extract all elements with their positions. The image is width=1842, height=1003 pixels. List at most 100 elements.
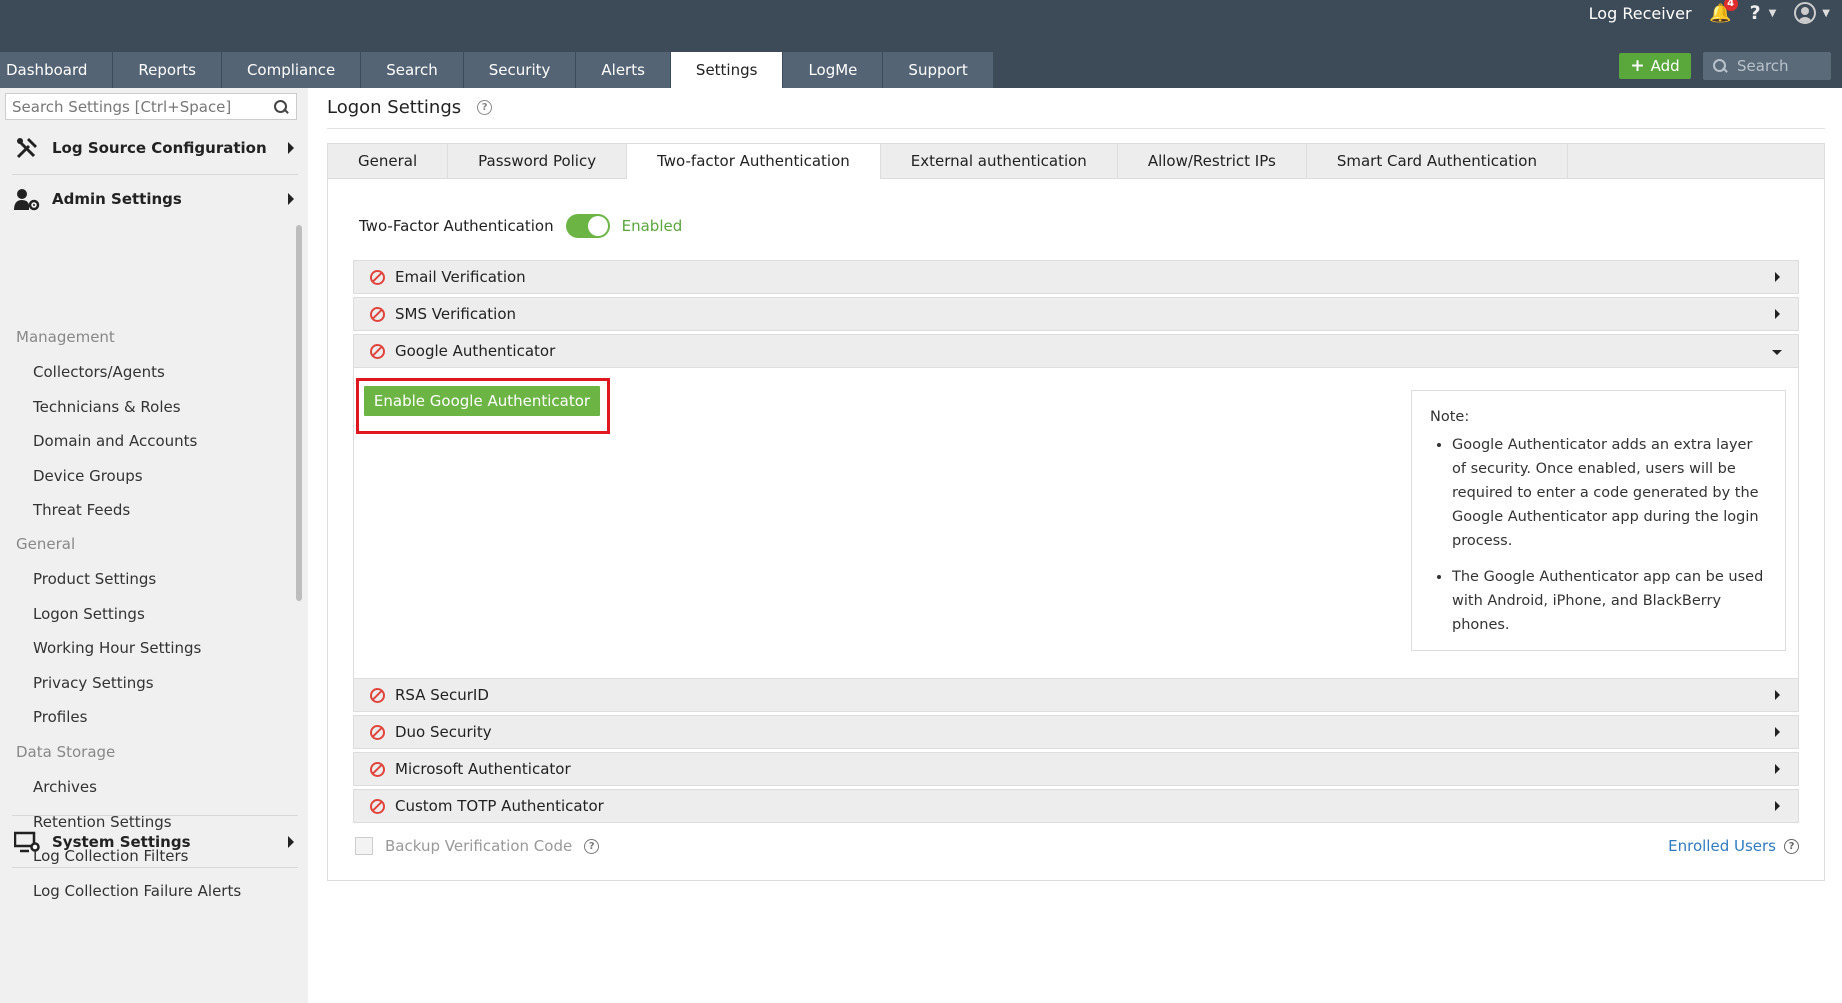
sidebar-item-threat-feeds[interactable]: Threat Feeds bbox=[33, 501, 130, 519]
auth-method-rsa-securid[interactable]: RSA SecurID bbox=[353, 678, 1799, 712]
chevron-right-icon bbox=[1775, 764, 1780, 774]
sidebar-item-product-settings[interactable]: Product Settings bbox=[33, 570, 156, 588]
help-icon[interactable]: ? bbox=[584, 838, 600, 854]
chevron-right-icon bbox=[1775, 801, 1780, 811]
page-title-text: Logon Settings bbox=[327, 97, 462, 118]
auth-method-label: Email Verification bbox=[395, 268, 526, 286]
note-title: Note: bbox=[1430, 409, 1470, 425]
two-factor-toggle-row: Two-Factor Authentication Enabled bbox=[359, 214, 682, 238]
enable-google-authenticator-button[interactable]: Enable Google Authenticator bbox=[364, 386, 600, 416]
nav-tab-settings[interactable]: Settings bbox=[670, 52, 784, 88]
settings-panel: General Password Policy Two-factor Authent… bbox=[327, 143, 1825, 881]
chevron-right-icon bbox=[1775, 272, 1780, 282]
auth-method-label: Custom TOTP Authenticator bbox=[395, 797, 604, 815]
settings-search-input[interactable]: Search Settings [Ctrl+Space] bbox=[5, 93, 297, 120]
user-avatar-icon bbox=[1794, 2, 1817, 24]
two-factor-toggle[interactable] bbox=[565, 214, 610, 238]
search-icon[interactable] bbox=[274, 99, 288, 114]
backup-code-row: Backup Verification Code ? bbox=[355, 837, 600, 855]
global-search-input[interactable]: Search bbox=[1703, 52, 1831, 80]
footer-row: Backup Verification Code ? Enrolled User… bbox=[355, 837, 1801, 861]
settings-search-placeholder: Search Settings [Ctrl+Space] bbox=[12, 97, 232, 116]
sidebar-section-log-source[interactable]: Log Source Configuration bbox=[14, 136, 294, 160]
add-button[interactable]: + Add bbox=[1619, 53, 1691, 79]
auth-method-google-authenticator[interactable]: Google Authenticator bbox=[353, 334, 1799, 368]
auth-method-label: Google Authenticator bbox=[395, 342, 556, 360]
plus-icon: + bbox=[1630, 56, 1645, 76]
app-name[interactable]: Log Receiver bbox=[1589, 4, 1692, 23]
sidebar-item-domain-and-accounts[interactable]: Domain and Accounts bbox=[33, 432, 197, 450]
nav-tab-search[interactable]: Search bbox=[361, 52, 464, 88]
add-button-label: Add bbox=[1650, 57, 1680, 75]
auth-method-email-verification[interactable]: Email Verification bbox=[353, 260, 1799, 294]
tab-external-authentication[interactable]: External authentication bbox=[881, 144, 1118, 179]
nav-tab-dashboard[interactable]: Dashboard bbox=[0, 52, 114, 88]
note-box: Note: Google Authenticator adds an extra… bbox=[1411, 390, 1786, 651]
sidebar-item-archives[interactable]: Archives bbox=[33, 778, 97, 796]
nav-tab-support[interactable]: Support bbox=[883, 52, 994, 88]
sidebar-item-device-groups[interactable]: Device Groups bbox=[33, 467, 143, 485]
disabled-icon bbox=[370, 269, 385, 285]
disabled-icon bbox=[370, 306, 385, 322]
tab-two-factor-authentication[interactable]: Two-factor Authentication bbox=[627, 144, 881, 179]
bell-icon[interactable]: 🔔 4 bbox=[1709, 0, 1738, 24]
tab-password-policy[interactable]: Password Policy bbox=[448, 144, 628, 179]
tab-allow-restrict-ips[interactable]: Allow/Restrict IPs bbox=[1118, 144, 1307, 179]
chevron-right-icon bbox=[288, 193, 294, 205]
note-point: Google Authenticator adds an extra layer… bbox=[1452, 433, 1769, 553]
auth-method-label: RSA SecurID bbox=[395, 686, 489, 704]
chevron-right-icon bbox=[1775, 309, 1780, 319]
help-icon[interactable]: ? bbox=[1784, 838, 1799, 854]
sidebar-section-admin-settings[interactable]: Admin Settings bbox=[14, 187, 294, 211]
chevron-right-icon bbox=[1775, 727, 1780, 737]
sidebar-log-source-label: Log Source Configuration bbox=[52, 139, 267, 157]
sidebar-group-title: Management bbox=[16, 328, 115, 346]
nav-tab-compliance[interactable]: Compliance bbox=[221, 52, 362, 88]
note-list: Google Authenticator adds an extra layer… bbox=[1452, 433, 1769, 637]
help-icon[interactable]: ? bbox=[1750, 2, 1761, 24]
chevron-right-icon bbox=[288, 142, 294, 154]
nav-tab-security[interactable]: Security bbox=[463, 52, 577, 88]
nav-tab-alerts[interactable]: Alerts bbox=[576, 52, 671, 88]
disabled-icon bbox=[370, 798, 385, 814]
auth-method-custom-totp-authenticator[interactable]: Custom TOTP Authenticator bbox=[353, 789, 1799, 823]
user-menu[interactable]: ▼ bbox=[1794, 2, 1830, 24]
chevron-right-icon bbox=[1775, 690, 1780, 700]
sidebar-scrollbar[interactable] bbox=[296, 225, 302, 601]
chevron-down-icon[interactable]: ▼ bbox=[1769, 8, 1777, 19]
sidebar-item-technicians-roles[interactable]: Technicians & Roles bbox=[33, 398, 181, 416]
user-gear-icon bbox=[14, 187, 40, 211]
main-nav-tabs: Dashboard Reports Compliance Search Security… bbox=[0, 52, 994, 88]
disabled-icon bbox=[370, 724, 385, 740]
search-icon bbox=[1713, 59, 1727, 73]
google-authenticator-panel: Enable Google Authenticator Note: Google… bbox=[353, 366, 1799, 678]
notification-badge: 4 bbox=[1723, 0, 1738, 11]
disabled-icon bbox=[370, 761, 385, 777]
tab-general[interactable]: General bbox=[328, 144, 449, 179]
two-factor-label: Two-Factor Authentication bbox=[359, 217, 554, 235]
nav-tab-logme[interactable]: LogMe bbox=[783, 52, 884, 88]
top-header: Log Receiver 🔔 4 ? ▼ ▼ Dashboard Reports Co… bbox=[0, 0, 1842, 88]
sidebar-section-system-settings[interactable]: System Settings bbox=[14, 830, 294, 854]
enrolled-users-link[interactable]: Enrolled Users ? bbox=[1668, 837, 1799, 855]
sidebar-item-log-collection-failure-alerts[interactable]: Log Collection Failure Alerts bbox=[33, 882, 241, 900]
auth-method-label: SMS Verification bbox=[395, 305, 517, 323]
auth-method-microsoft-authenticator[interactable]: Microsoft Authenticator bbox=[353, 752, 1799, 786]
tab-smart-card-authentication[interactable]: Smart Card Authentication bbox=[1307, 144, 1568, 179]
divider bbox=[12, 174, 298, 175]
sidebar-item-privacy-settings[interactable]: Privacy Settings bbox=[33, 674, 154, 692]
enrolled-users-label: Enrolled Users bbox=[1668, 837, 1776, 855]
sidebar-item-profiles[interactable]: Profiles bbox=[33, 708, 87, 726]
chevron-down-icon: ▼ bbox=[1822, 7, 1830, 19]
help-icon[interactable]: ? bbox=[477, 100, 493, 115]
nav-tab-reports[interactable]: Reports bbox=[113, 52, 222, 88]
sidebar-item-logon-settings[interactable]: Logon Settings bbox=[33, 605, 145, 623]
sidebar-admin-settings-label: Admin Settings bbox=[52, 190, 182, 208]
backup-code-checkbox[interactable] bbox=[355, 837, 373, 855]
sidebar-item-working-hour-settings[interactable]: Working Hour Settings bbox=[33, 639, 201, 657]
auth-method-sms-verification[interactable]: SMS Verification bbox=[353, 297, 1799, 331]
sidebar-system-settings-label: System Settings bbox=[52, 833, 191, 851]
auth-method-duo-security[interactable]: Duo Security bbox=[353, 715, 1799, 749]
sidebar-group-title: General bbox=[16, 535, 76, 553]
sidebar-item-collectors-agents[interactable]: Collectors/Agents bbox=[33, 363, 165, 381]
